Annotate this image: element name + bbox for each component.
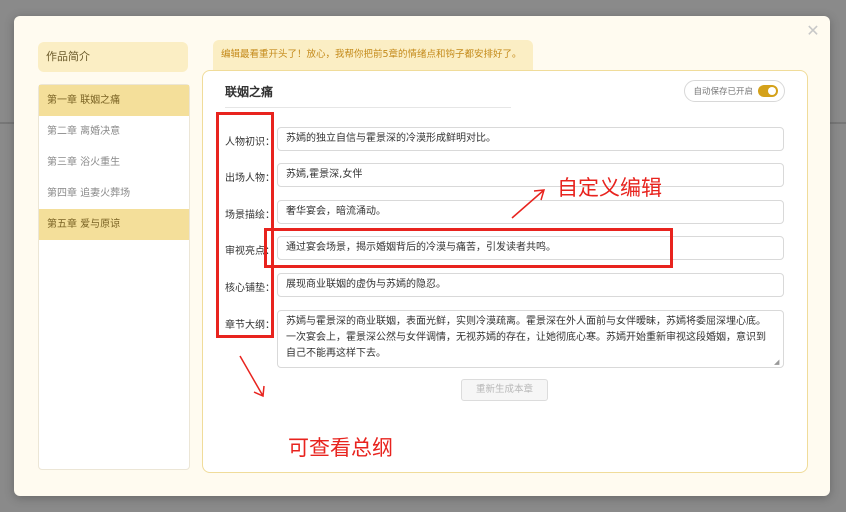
outline-text: 苏嫣与霍景深的商业联姻，表面光鲜，实则冷漠疏离。霍景深在外人面前与女伴暧昧，苏嫣… <box>286 316 766 359</box>
close-icon[interactable]: ✕ <box>804 22 822 40</box>
chapter-title: 联姻之痛 <box>225 85 274 99</box>
sidebar-item-chapter-1[interactable]: 第一章 联姻之痛 <box>39 85 189 116</box>
title-divider <box>225 107 511 108</box>
annotation-box-labels <box>216 112 274 338</box>
tip-banner: 编辑最看重开头了！放心，我帮你把前5章的情绪点和钩子都安排好了。 <box>213 40 533 70</box>
sidebar-item-chapter-3[interactable]: 第三章 浴火重生 <box>39 147 189 178</box>
autosave-label: 自动保存已开启 <box>693 87 753 97</box>
annotation-view-outline: 可查看总纲 <box>288 436 393 460</box>
annotation-custom-edit: 自定义编辑 <box>557 176 662 200</box>
sidebar-item-chapter-4[interactable]: 第四章 追妻火葬场 <box>39 178 189 209</box>
autosave-toggle[interactable]: 自动保存已开启 <box>684 80 785 102</box>
sidebar-item-chapter-5[interactable]: 第五章 爱与原谅 <box>39 209 189 240</box>
sidebar-title[interactable]: 作品简介 <box>38 42 188 72</box>
annotation-box-highlight-field <box>264 228 673 268</box>
outline-textarea[interactable]: 苏嫣与霍景深的商业联姻，表面光鲜，实则冷漠疏离。霍景深在外人面前与女伴暧昧，苏嫣… <box>277 310 784 368</box>
sidebar-item-chapter-2[interactable]: 第二章 离婚决意 <box>39 116 189 147</box>
chapter-list: 第一章 联姻之痛 第二章 离婚决意 第三章 浴火重生 第四章 追妻火葬场 第五章… <box>38 84 190 470</box>
character-intro-input[interactable]: 苏嫣的独立自信与霍景深的冷漠形成鲜明对比。 <box>277 127 784 151</box>
chapter-detail-panel: 联姻之痛 自动保存已开启 人物初识： 苏嫣的独立自信与霍景深的冷漠形成鲜明对比。… <box>202 70 808 473</box>
toggle-switch-icon[interactable] <box>758 85 778 97</box>
scene-input[interactable]: 奢华宴会，暗流涌动。 <box>277 200 784 224</box>
characters-input[interactable]: 苏嫣,霍景深,女伴 <box>277 163 784 187</box>
resize-handle-icon[interactable]: ◢ <box>774 358 782 366</box>
regenerate-chapter-button[interactable]: 重新生成本章 <box>461 379 548 401</box>
setup-input[interactable]: 展现商业联姻的虚伪与苏嫣的隐忍。 <box>277 273 784 297</box>
